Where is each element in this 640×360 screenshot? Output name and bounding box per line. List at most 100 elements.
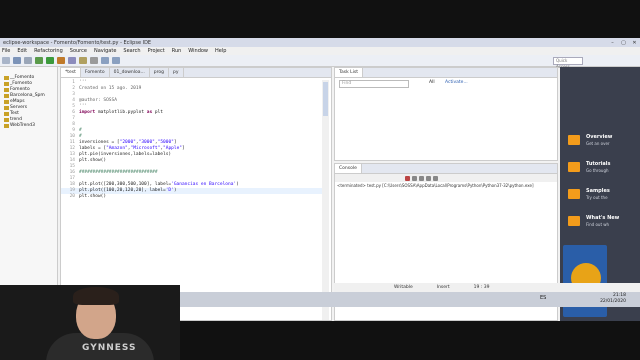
code-text: plt.plot([200,300,500,100], label='Ganan… [79, 182, 239, 187]
remove-launch-icon[interactable] [412, 175, 417, 181]
editor-tabs: *test Fomento 01_downloa... prog py [61, 68, 331, 78]
tab-py[interactable]: py [169, 68, 184, 77]
task-list-tabs: Task List [335, 68, 557, 78]
window-title: eclipse-workspace - Fomento/Fomento/test… [3, 39, 152, 46]
writable-status: Writable [394, 285, 413, 290]
menu-window[interactable]: Window [188, 48, 208, 54]
code-text: ############################# [79, 170, 158, 175]
menu-project[interactable]: Project [148, 48, 165, 54]
welcome-whats-new[interactable]: What's New Find out wh [563, 214, 637, 234]
welcome-subtitle: Try out the [586, 195, 608, 200]
welcome-title: Samples [586, 188, 610, 194]
code-text: plt.plot([100,20,120,20], label='D') [79, 188, 177, 193]
terminate-icon[interactable] [405, 175, 410, 181]
menu-search[interactable]: Search [123, 48, 140, 54]
line-number: 20 [69, 194, 75, 199]
task-list-panel: Task List Find All Activate... [334, 67, 558, 161]
welcome-subtitle: Go through [586, 168, 609, 173]
menu-help[interactable]: Help [215, 48, 226, 54]
tab-console[interactable]: Console [335, 164, 362, 173]
cursor-position: 19 : 39 [473, 285, 490, 290]
welcome-overview[interactable]: Overview Get an over [563, 133, 637, 153]
console-toolbar [335, 174, 557, 182]
code-area[interactable]: 1 ''' 2 Created on 15 ago. 2019 3 4 @author: S… [61, 80, 323, 200]
code-text: ''' [79, 80, 88, 85]
code-text: # [79, 134, 82, 139]
console-tabs: Console [335, 164, 557, 174]
code-text: plt.show() [79, 158, 107, 163]
clock[interactable]: 21:18 22/01/2020 [600, 293, 626, 305]
main-toolbar: Quick Access [0, 55, 640, 69]
overview-icon [568, 135, 580, 145]
samples-icon [568, 189, 580, 199]
welcome-title: What's New [586, 215, 620, 221]
title-bar: eclipse-workspace - Fomento/Fomento/test… [0, 38, 640, 47]
back-icon[interactable] [101, 57, 109, 64]
clear-console-icon[interactable] [419, 175, 424, 181]
scroll-lock-icon[interactable] [426, 175, 431, 181]
code-text: labels = ["Amazon","Microsoft","Apple"] [79, 146, 185, 151]
menu-edit[interactable]: Edit [17, 48, 27, 54]
save-icon[interactable] [13, 57, 21, 64]
open-type-icon[interactable] [79, 57, 87, 64]
scroll-thumb[interactable] [323, 82, 328, 116]
menu-run[interactable]: Run [172, 48, 182, 54]
code-line[interactable]: 20 plt.show() [61, 194, 323, 200]
code-text: inversiones = ["2000","3000","5000"] [79, 140, 177, 145]
menu-source[interactable]: Source [70, 48, 87, 54]
code-text: plt.pie(inversiones,labels=labels) [79, 152, 172, 157]
menu-refactoring[interactable]: Refactoring [34, 48, 63, 54]
webcam-overlay: GYNNESS [0, 285, 180, 360]
pin-console-icon[interactable] [433, 175, 438, 181]
forward-icon[interactable] [112, 57, 120, 64]
new-package-icon[interactable] [68, 57, 76, 64]
close-button[interactable]: ✕ [629, 40, 640, 46]
new-icon[interactable] [2, 57, 10, 64]
status-bar: Writable Insert 19 : 39 [334, 283, 640, 292]
console-output: <terminated> test.py [C:\Users\SOSSA\App… [337, 183, 534, 188]
code-text: import matplotlib.pyplot as plt [79, 110, 164, 115]
tab-download[interactable]: 01_downloa... [110, 68, 150, 77]
insert-mode: Insert [436, 285, 450, 290]
language-indicator[interactable]: ES [540, 295, 546, 301]
all-filter[interactable]: All [429, 80, 435, 85]
welcome-subtitle: Get an over [586, 141, 610, 146]
tab-task-list[interactable]: Task List [335, 68, 364, 77]
menu-bar: File Edit Refactoring Source Navigate Se… [0, 47, 640, 55]
menu-navigate[interactable]: Navigate [94, 48, 116, 54]
code-text: @author: SOSSA [79, 98, 117, 103]
project-item[interactable]: WebTrend3 [0, 123, 57, 129]
welcome-title: Tutorials [586, 161, 611, 167]
tutorials-icon [568, 162, 580, 172]
menu-file[interactable]: File [2, 48, 10, 54]
welcome-subtitle: Find out wh [586, 222, 610, 227]
welcome-samples[interactable]: Samples Try out the [563, 187, 637, 207]
welcome-tutorials[interactable]: Tutorials Go through [563, 160, 637, 180]
search-icon[interactable] [90, 57, 98, 64]
quick-access-input[interactable]: Quick Access [553, 57, 583, 69]
run-icon[interactable] [46, 57, 54, 64]
activate-link[interactable]: Activate... [445, 80, 468, 85]
code-text: Created on 15 ago. 2019 [79, 86, 142, 91]
welcome-title: Overview [586, 134, 613, 140]
clock-date: 22/01/2020 [600, 299, 626, 304]
minimize-button[interactable]: – [607, 40, 618, 46]
tab-fomento[interactable]: Fomento [81, 68, 110, 77]
external-tools-icon[interactable] [57, 57, 65, 64]
print-icon[interactable] [24, 57, 32, 64]
code-text: ''' [79, 104, 88, 109]
presenter-hair [73, 287, 119, 305]
tab-test[interactable]: *test [61, 68, 81, 77]
package-explorer: __Fomento _Fomento Fomento Barcelona_Spm… [0, 67, 58, 321]
code-text: # [79, 128, 82, 133]
eclipse-window: eclipse-workspace - Fomento/Fomento/test… [0, 38, 640, 321]
shirt-print: GYNNESS [82, 343, 137, 353]
whats-new-icon [568, 216, 580, 226]
code-editor: *test Fomento 01_downloa... prog py 1 '''… [60, 67, 332, 321]
maximize-button[interactable]: ▢ [618, 40, 629, 46]
code-text: plt.show() [79, 194, 107, 199]
task-search-input[interactable]: Find [339, 80, 409, 88]
debug-icon[interactable] [35, 57, 43, 64]
tab-prog[interactable]: prog [150, 68, 169, 77]
editor-scrollbar[interactable] [322, 80, 329, 320]
